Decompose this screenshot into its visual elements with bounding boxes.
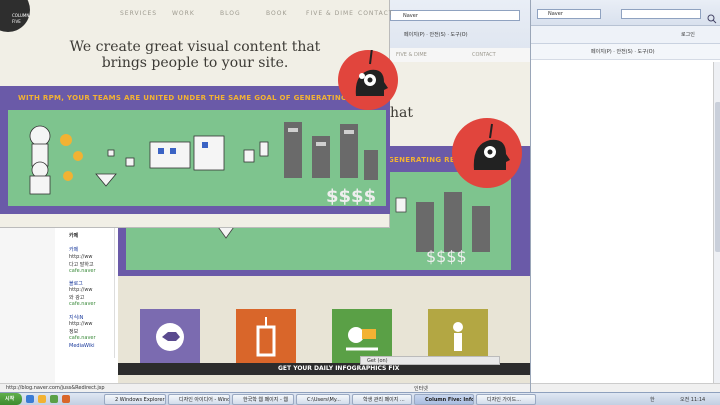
sidebar-item: 다고 말하고 xyxy=(69,262,94,268)
right-favorites-bar: 로그인 xyxy=(531,26,720,44)
status-url: http://blog.naver.com/juss&Redirect.jsp xyxy=(6,385,105,391)
middle-status-bar: Get (on) xyxy=(360,356,500,365)
command-text[interactable]: 페이지(P) · 안전(S) · 도구(O) xyxy=(404,31,468,38)
left-gutter xyxy=(0,228,55,383)
banner-partial: GENERATING REV xyxy=(388,156,461,164)
sidebar-item[interactable]: http://ww xyxy=(69,321,93,327)
right-titlebar: Naver xyxy=(531,0,720,26)
nav-link[interactable]: CONTACT xyxy=(472,52,496,58)
nav-link[interactable]: FIVE & DIME xyxy=(396,52,427,58)
search-icon[interactable] xyxy=(707,9,717,24)
logo-text-1: COLUMN xyxy=(12,13,30,18)
rpm-head-icon xyxy=(338,47,398,110)
right-login[interactable]: 로그인 xyxy=(681,31,695,38)
sidebar-link[interactable]: 카페 xyxy=(69,246,78,253)
quick-launch xyxy=(26,395,96,403)
nav-book[interactable]: BOOK xyxy=(266,10,287,17)
tile-purple[interactable] xyxy=(140,309,200,369)
app-quicklaunch-icon[interactable] xyxy=(50,395,58,403)
ime-indicator[interactable]: 한 xyxy=(650,396,655,403)
media-quicklaunch-icon[interactable] xyxy=(62,395,70,403)
sidebar-item[interactable]: cafe.naver xyxy=(69,301,96,307)
column-five-webpage: COLUMN FIVE SERVICES WORK BLOG BOOK FIVE… xyxy=(0,0,398,228)
taskbar-item[interactable]: 디자인 아이디어 - Windo xyxy=(168,394,230,405)
infographic-panel: $$$$ xyxy=(8,110,386,207)
system-clock[interactable]: 오전 11:14 xyxy=(680,396,705,403)
svg-text:$$$$: $$$$ xyxy=(326,186,376,206)
svg-text:$$$$: $$$$ xyxy=(426,247,467,266)
nav-services[interactable]: SERVICES xyxy=(120,10,157,17)
sidebar-item[interactable]: http://ww xyxy=(69,287,93,293)
taskbar-item[interactable]: 디자인 가이드... xyxy=(476,394,536,405)
sidebar-item: 와 광고 xyxy=(69,295,85,301)
sidebar-item[interactable]: cafe.naver xyxy=(69,268,96,274)
middle-status-text: Get (on) xyxy=(367,358,388,364)
folder-quicklaunch-icon[interactable] xyxy=(38,395,46,403)
sidebar-item[interactable]: cafe.naver xyxy=(69,335,96,341)
right-scrollbar[interactable] xyxy=(713,62,720,384)
taskbar-item-active[interactable]: Column Five: Info... xyxy=(414,394,474,405)
column-five-logo[interactable]: COLUMN FIVE xyxy=(0,0,30,32)
middle-zone-bar: 인터넷 xyxy=(384,383,530,392)
right-address-bar[interactable]: Naver xyxy=(537,9,601,19)
right-search-box[interactable] xyxy=(621,9,701,19)
sidebar-item[interactable]: MediaWiki xyxy=(69,343,95,349)
right-address-text: Naver xyxy=(548,11,563,17)
right-command-text[interactable]: 페이지(P) · 안전(S) · 도구(O) xyxy=(591,48,655,55)
page-nav: FIVE & DIME CONTACT xyxy=(384,48,530,62)
taskbar-item[interactable]: 학생 관리 페이지 ... xyxy=(352,394,412,405)
taskbar-item[interactable]: C:\Users\My... xyxy=(296,394,350,405)
nav-work[interactable]: WORK xyxy=(172,10,195,17)
command-bar: 페이지(P) · 안전(S) · 도구(O) xyxy=(390,30,520,40)
banner-text: WITH RPM, YOUR TEAMS ARE UNITED UNDER TH… xyxy=(18,94,367,102)
sidebar-item: 정보 xyxy=(69,329,79,335)
ie-quicklaunch-icon[interactable] xyxy=(26,395,34,403)
start-button[interactable]: 시작 xyxy=(0,393,22,405)
taskbar-item[interactable]: 한국학 웹 페이지 - 웹 xyxy=(232,394,294,405)
purple-banner: WITH RPM, YOUR TEAMS ARE UNITED UNDER TH… xyxy=(0,86,390,214)
middle-browser-chrome: Naver 페이지(P) · 안전(S) · 도구(O) FIVE & DIME… xyxy=(384,0,530,62)
taskbar-item[interactable]: 2 Windows Explorer xyxy=(104,394,166,405)
rpm-badge-icon xyxy=(452,118,522,188)
sidebar-link[interactable]: 블로그 xyxy=(69,280,83,287)
nav-five-dime[interactable]: FIVE & DIME xyxy=(306,10,354,17)
sidebar-link[interactable]: 지식iN xyxy=(69,314,83,321)
nav-blog[interactable]: BLOG xyxy=(220,10,241,17)
tile-orange[interactable] xyxy=(236,309,296,369)
zone-text: 인터넷 xyxy=(414,386,428,392)
middle-browser-toolbar: Naver 페이지(P) · 안전(S) · 도구(O) FIVE & DIME… xyxy=(384,0,530,62)
footer-banner-text: GET YOUR DAILY INFOGRAPHICS FIX xyxy=(278,365,400,372)
sidebar-item[interactable]: http://ww xyxy=(69,254,93,260)
sidebar-link[interactable]: 카페 xyxy=(69,232,78,239)
right-status-bar xyxy=(531,383,720,392)
status-bar: http://blog.naver.com/juss&Redirect.jsp xyxy=(0,383,384,392)
start-label: 시작 xyxy=(5,396,15,402)
logo-text-2: FIVE xyxy=(12,19,21,24)
address-text: Naver xyxy=(403,13,418,19)
hero-line-2: brings people to your site. xyxy=(101,55,289,71)
nav-contact[interactable]: CONTACT xyxy=(358,10,393,17)
address-bar[interactable]: Naver xyxy=(390,10,520,21)
right-browser-window: Naver 로그인 페이지(P) · 안전(S) · 도구(O) xyxy=(530,0,720,392)
search-sidebar: 카페 카페 http://ww 다고 말하고 cafe.naver 블로그 ht… xyxy=(55,228,115,358)
right-command-bar: 페이지(P) · 안전(S) · 도구(O) xyxy=(531,44,720,60)
scrollbar-thumb[interactable] xyxy=(715,102,720,252)
infographic-illustration: $$$$ xyxy=(29,122,378,207)
windows-taskbar: 시작 2 Windows Explorer 디자인 아이디어 - Windo 한… xyxy=(0,392,720,405)
